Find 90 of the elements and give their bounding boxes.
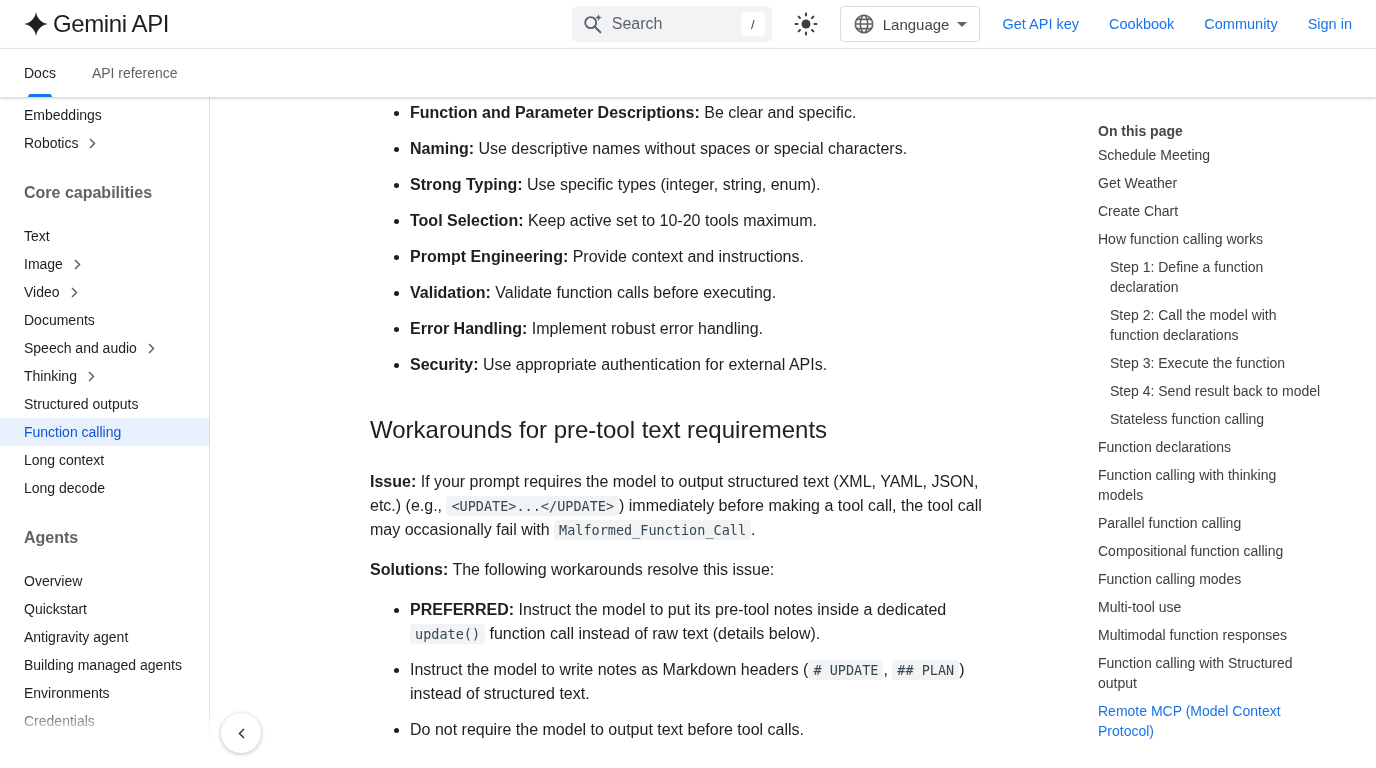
list-item-text: Validation: Validate function calls before executing. xyxy=(410,283,777,303)
sparkle-icon xyxy=(24,12,48,36)
header-link[interactable]: Community xyxy=(1204,15,1278,33)
toc-link[interactable]: Create Chart xyxy=(1098,201,1179,221)
header-link[interactable]: Sign in xyxy=(1307,15,1352,33)
list-item-text: Tool Selection: Keep active set to 10-20 tools maximum. xyxy=(410,211,817,231)
nav-item[interactable]: Overview xyxy=(24,571,83,591)
shortcut-key: / xyxy=(740,12,765,36)
globe-icon xyxy=(852,13,875,35)
toc-link[interactable]: Step 3: Execute the function xyxy=(1110,353,1286,373)
paragraph: Issue: If your prompt requires the model to output structured text (XML, YAML, JSON, etc.) (e.g., <UPDATE>...</UPDATE> ) immediately before making a tool call, the tool call may occasionally fail with Malformed_Function_Call . xyxy=(370,472,983,542)
language-button[interactable]: Language xyxy=(839,6,981,42)
list-item-text: Prompt Engineering: Provide context and instructions. xyxy=(410,247,804,267)
product-name[interactable]: Gemini API xyxy=(53,10,170,38)
toc-link[interactable]: Step 1: Define a function declaration xyxy=(1110,257,1323,297)
sun-icon[interactable] xyxy=(793,12,818,36)
list-item-text: Error Handling: Implement robust error handling. xyxy=(410,319,763,339)
list-item-text: Naming: Use descriptive names without spaces or special characters. xyxy=(410,139,908,159)
toc-link[interactable]: Compositional function calling xyxy=(1098,541,1284,561)
nav-item[interactable]: Building managed agents xyxy=(24,655,182,675)
toc-link[interactable]: Step 4: Send result back to model xyxy=(1110,381,1321,401)
nav-item[interactable]: Video xyxy=(24,282,78,302)
section-title: Workarounds for pre-tool text requirements xyxy=(370,415,829,445)
nav-item[interactable]: Function calling xyxy=(0,418,209,446)
code-span: update() xyxy=(410,624,486,644)
bullet-icon xyxy=(394,728,399,733)
chevron-right-icon xyxy=(89,137,97,149)
bullet-icon xyxy=(394,183,399,188)
chevron-right-icon xyxy=(87,370,95,382)
code-span: <UPDATE>...</UPDATE> xyxy=(446,496,620,516)
bullet-icon xyxy=(394,219,399,224)
toc-link[interactable]: Function calling modes xyxy=(1098,569,1242,589)
section-heading: Agents xyxy=(24,528,79,548)
code-span: Malformed_Function_Call xyxy=(554,520,751,540)
caret-down-icon xyxy=(957,21,968,27)
tab[interactable]: API reference xyxy=(91,63,178,83)
toc-link[interactable]: Schedule Meeting xyxy=(1098,145,1211,165)
list-item-text: Do not require the model to output text before tool calls. xyxy=(410,720,804,740)
toc-link[interactable]: Multi-tool use xyxy=(1098,597,1182,617)
toc-link[interactable]: Function declarations xyxy=(1098,437,1232,457)
toc-link[interactable]: Step 2: Call the model with function declarations xyxy=(1110,305,1323,345)
nav-item[interactable]: Speech and audio xyxy=(24,338,155,358)
toc-link[interactable]: Stateless function calling xyxy=(1110,409,1265,429)
bullet-icon xyxy=(394,255,399,260)
toc-link[interactable]: Function calling with thinking models xyxy=(1098,465,1323,505)
toc-title: On this page xyxy=(1098,122,1183,141)
header-link[interactable]: Cookbook xyxy=(1109,15,1175,33)
toc-link[interactable]: Parallel function calling xyxy=(1098,513,1242,533)
search-field[interactable]: Search / xyxy=(571,6,772,42)
bullet-icon xyxy=(394,147,399,152)
bullet-icon xyxy=(394,668,399,673)
nav-item[interactable]: Quickstart xyxy=(24,599,87,619)
nav-item[interactable]: Structured outputs xyxy=(24,394,139,414)
bullet-icon xyxy=(394,111,399,116)
chevron-right-icon xyxy=(73,258,81,270)
chevron-left-icon xyxy=(237,727,245,739)
nav-item[interactable]: Embeddings xyxy=(24,105,102,125)
list-item-text: PREFERRED: Instruct the model to put its pre-tool notes inside a dedicated update() function call instead of raw text (details below). xyxy=(410,600,948,646)
toc-link[interactable]: Remote MCP (Model Context Protocol) xyxy=(1098,701,1323,741)
nav-item[interactable]: Environments xyxy=(24,683,110,703)
bullet-icon xyxy=(394,363,399,368)
section-heading: Core capabilities xyxy=(24,183,153,203)
bullet-icon xyxy=(394,327,399,332)
chevron-right-icon xyxy=(70,286,78,298)
toc-link[interactable]: Get Weather xyxy=(1098,173,1178,193)
nav-item[interactable]: Long decode xyxy=(24,478,105,498)
nav-item[interactable]: Text xyxy=(24,226,50,246)
list-item-text: Strong Typing: Use specific types (integer, string, enum). xyxy=(410,175,821,195)
list-item-text: Instruct the model to write notes as Markdown headers ( # UPDATE , ## PLAN ) instead of structured text. xyxy=(410,659,966,704)
code-span: ## PLAN xyxy=(892,660,960,680)
toc-link[interactable]: Function calling with Structured output xyxy=(1098,653,1323,693)
nav-item[interactable]: Documents xyxy=(24,310,95,330)
bullet-icon xyxy=(394,608,399,613)
nav-item[interactable]: Antigravity agent xyxy=(24,627,129,647)
nav-item[interactable]: Long context xyxy=(24,450,105,470)
chevron-right-icon xyxy=(147,342,155,354)
nav-item[interactable]: Thinking xyxy=(24,366,95,386)
search-icon xyxy=(581,13,604,35)
nav-item[interactable]: Robotics xyxy=(24,133,97,153)
list-item-text: Security: Use appropriate authentication for external APIs. xyxy=(410,355,828,375)
list-item-text: Function and Parameter Descriptions: Be clear and specific. xyxy=(410,103,857,123)
toc-link[interactable]: Multimodal function responses xyxy=(1098,625,1288,645)
nav-item[interactable]: Image xyxy=(24,254,81,274)
search-input[interactable]: Search xyxy=(611,14,664,34)
toc-link[interactable]: How function calling works xyxy=(1098,229,1263,249)
paragraph: Solutions: The following workarounds resolve this issue: xyxy=(370,560,776,580)
bullet-icon xyxy=(394,291,399,296)
code-span: # UPDATE xyxy=(808,660,884,680)
tab[interactable]: Docs xyxy=(24,63,56,97)
header-link[interactable]: Get API key xyxy=(1002,15,1080,33)
